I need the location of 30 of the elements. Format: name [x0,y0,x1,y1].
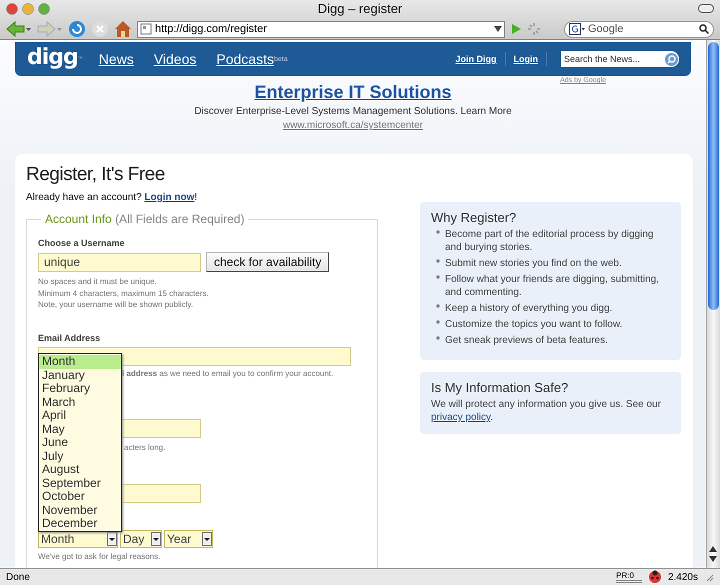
load-time: 2.420s [668,572,698,582]
list-item-text: Submit new stories you find on the web. [445,257,622,270]
field-hint: Minimum 4 characters, maximum 15 characters. [38,288,210,299]
status-text: Done [6,572,30,582]
url-text: http://digg.com/register [155,23,268,35]
field-hint: acters long. [124,442,166,454]
panel-title: Is My Information Safe? [431,381,570,394]
login-prompt: Already have an account? Login now! [26,192,198,203]
field-hint: Note, your username will be shown publicly. [38,299,194,310]
list-item-text: Become part of the editorial process by digging and burying stories. [445,228,654,254]
list-item-text: Keep a history of everything you digg. [445,302,612,315]
panel-text: We will protect any information you give us. See our privacy policy. [431,398,662,424]
search-placeholder: Google [588,23,624,35]
search-placeholder: Search the News... [564,54,642,64]
window-title: Digg – register [318,1,402,16]
list-item-text: Follow what your friends are digging, submitting, and commenting. [445,273,660,299]
field-label: Email Address [38,332,102,342]
section-note: (All Fields are Required) [115,212,244,226]
pagerank-indicator: PR:0 [616,572,642,582]
field-label: Choose a Username [38,238,126,248]
section-title: Account Info [45,212,112,226]
beta-label: beta [274,56,288,62]
list-item-text: Customize the topics you want to follow. [445,318,622,331]
page-title: Register, It's Free [26,164,166,186]
panel-title: Why Register? [431,211,518,224]
field-hint: We've got to ask for legal reasons. [38,550,162,562]
list-item-text: Get sneak previews of beta features. [445,334,608,347]
field-hint: No spaces and it must be unique. [38,276,158,288]
field-hint: l address as we need to email you to confirm your account. [122,368,334,379]
ad-description: Discover Enterprise-Level Systems Management Solutions. Learn More [194,106,512,117]
